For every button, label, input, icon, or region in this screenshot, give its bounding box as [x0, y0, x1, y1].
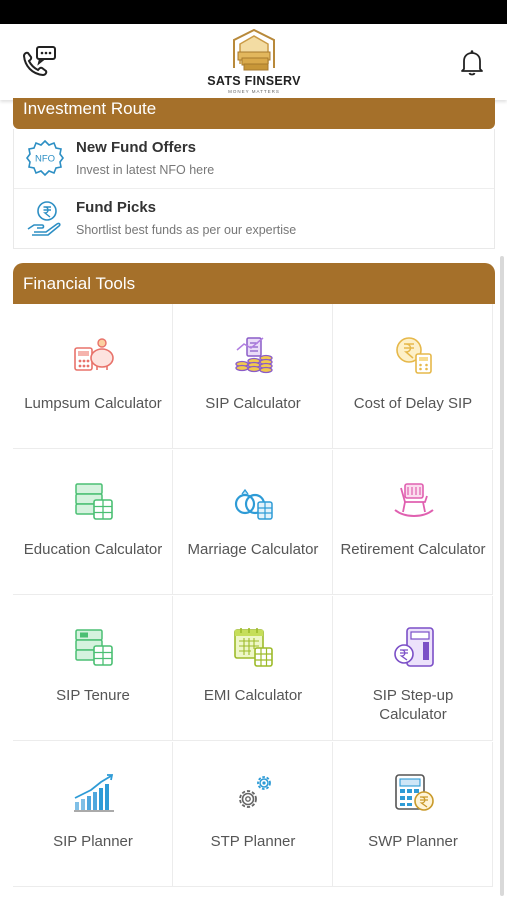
nfo-badge-icon: NFO — [26, 139, 64, 177]
coins-chart-icon — [235, 337, 273, 374]
scrollbar[interactable] — [500, 256, 504, 896]
tool-cost-of-delay-sip[interactable]: Cost of Delay SIP — [333, 304, 493, 449]
phone-chat-icon — [22, 46, 56, 77]
calendar-calculator-icon — [234, 628, 273, 667]
tool-label: STP Planner — [210, 833, 296, 850]
education-calculator-icon — [75, 483, 113, 520]
piggy-bank-calculator-icon — [74, 338, 114, 371]
financial-tools-grid: Lumpsum Calculator SIP Calculator Cost o… — [13, 304, 495, 888]
growth-bars-icon — [74, 774, 114, 812]
tool-label: EMI Calculator — [203, 687, 303, 704]
route-item-title: Fund Picks — [76, 199, 157, 216]
tool-label: Cost of Delay SIP — [353, 395, 473, 412]
bell-icon — [461, 50, 483, 76]
stepup-calculator-icon — [394, 627, 434, 667]
tool-sip-calculator[interactable]: SIP Calculator — [173, 304, 333, 449]
notifications-button[interactable] — [455, 46, 489, 80]
rupee-hand-icon — [27, 201, 61, 236]
tool-label: SIP Tenure — [56, 687, 130, 704]
investment-route-header: Investment Route — [13, 98, 495, 129]
tool-label: SIP Calculator — [205, 395, 301, 412]
tool-sip-tenure[interactable]: SIP Tenure — [13, 596, 173, 741]
tool-stp-planner[interactable]: STP Planner — [173, 742, 333, 887]
app-header: SATS FINSERV MONEY MATTERS — [0, 24, 507, 100]
tool-label: Marriage Calculator — [187, 541, 319, 558]
call-chat-button[interactable] — [18, 44, 58, 84]
tool-label: SWP Planner — [368, 833, 458, 850]
tool-retirement-calculator[interactable]: Retirement Calculator — [333, 450, 493, 595]
route-item-fund-picks[interactable]: Fund Picks Shortlist best funds as per o… — [14, 189, 494, 248]
tool-marriage-calculator[interactable]: Marriage Calculator — [173, 450, 333, 595]
tool-label: Lumpsum Calculator — [24, 395, 162, 412]
financial-tools-header: Financial Tools — [13, 263, 495, 304]
route-item-subtitle: Invest in latest NFO here — [76, 163, 215, 177]
route-item-subtitle: Shortlist best funds as per our expertis… — [76, 223, 297, 237]
tool-label: SIP Step-up Calculator — [372, 687, 454, 723]
gears-icon — [239, 776, 271, 808]
tool-emi-calculator[interactable]: EMI Calculator — [173, 596, 333, 741]
logo-emblem-icon — [233, 28, 275, 71]
tool-label: Retirement Calculator — [340, 541, 486, 558]
status-bar — [0, 0, 507, 24]
brand-name: SATS FINSERV — [207, 74, 301, 88]
rupee-clock-calculator-icon — [396, 337, 432, 374]
tool-lumpsum-calculator[interactable]: Lumpsum Calculator — [13, 304, 173, 449]
investment-route-card: NFO New Fund Offers Invest in latest NFO… — [13, 129, 495, 249]
tool-sip-planner[interactable]: SIP Planner — [13, 742, 173, 887]
brand-logo[interactable]: SATS FINSERV MONEY MATTERS — [196, 28, 312, 96]
rocking-chair-icon — [394, 483, 434, 517]
tenure-calculator-icon — [75, 629, 113, 666]
route-item-title: New Fund Offers — [76, 139, 197, 156]
rupee-calculator-icon — [395, 774, 434, 811]
brand-tagline: MONEY MATTERS — [228, 89, 280, 94]
nfo-badge-text: NFO — [35, 154, 55, 165]
route-item-new-fund-offers[interactable]: NFO New Fund Offers Invest in latest NFO… — [14, 129, 494, 189]
tool-sip-stepup-calculator[interactable]: SIP Step-up Calculator — [333, 596, 493, 741]
rings-calculator-icon — [234, 488, 273, 520]
tool-label: Education Calculator — [23, 541, 163, 558]
tool-swp-planner[interactable]: SWP Planner — [333, 742, 493, 887]
tool-education-calculator[interactable]: Education Calculator — [13, 450, 173, 595]
tool-label: SIP Planner — [53, 833, 133, 850]
